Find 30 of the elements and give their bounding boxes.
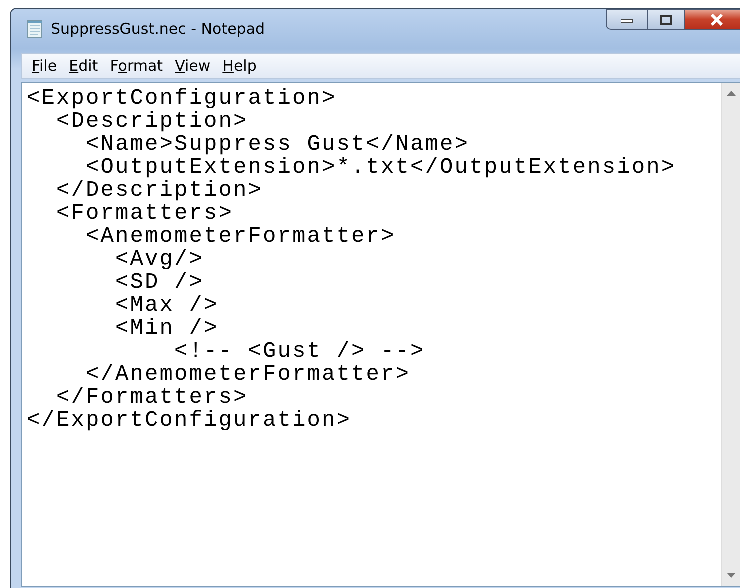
text-line: <Name>Suppress Gust</Name> xyxy=(85,133,470,156)
text-line: <Avg/> xyxy=(114,248,204,271)
menu-item[interactable]: Edit xyxy=(63,54,104,78)
text-line: </AnemometerFormatter> xyxy=(85,363,411,386)
text-line: <Formatters> xyxy=(56,202,234,225)
text-line: <OutputExtension>*.txt</OutputExtension> xyxy=(85,156,676,179)
notepad-icon xyxy=(27,19,43,39)
text-line: <!-- <Gust /> --> xyxy=(174,340,426,363)
menu-item[interactable]: Help xyxy=(216,54,263,78)
text-line: <ExportConfiguration> xyxy=(27,87,337,110)
menu-item[interactable]: View xyxy=(169,54,217,78)
text-line: <Max /> xyxy=(114,294,219,317)
maximize-icon xyxy=(660,14,672,24)
text-line: <AnemometerFormatter> xyxy=(85,225,396,248)
close-button[interactable] xyxy=(685,9,740,30)
text-line: <Min /> xyxy=(114,317,219,340)
text-line: </Formatters> xyxy=(56,386,248,409)
menu-item[interactable]: Format xyxy=(104,54,170,78)
text-line: <Description> xyxy=(56,110,248,133)
scroll-up-icon[interactable] xyxy=(726,91,736,96)
menu-item[interactable]: File xyxy=(26,54,64,78)
maximize-button[interactable] xyxy=(648,9,685,30)
vertical-scrollbar[interactable] xyxy=(721,83,740,586)
minimize-button[interactable] xyxy=(606,9,648,30)
window-title: SuppressGust.nec - Notepad xyxy=(51,18,266,40)
text-line: </ExportConfiguration> xyxy=(27,409,352,432)
scroll-down-icon[interactable] xyxy=(726,573,736,578)
text-line: <SD /> xyxy=(114,271,204,294)
close-icon xyxy=(710,14,724,26)
text-line: </Description> xyxy=(56,179,264,202)
